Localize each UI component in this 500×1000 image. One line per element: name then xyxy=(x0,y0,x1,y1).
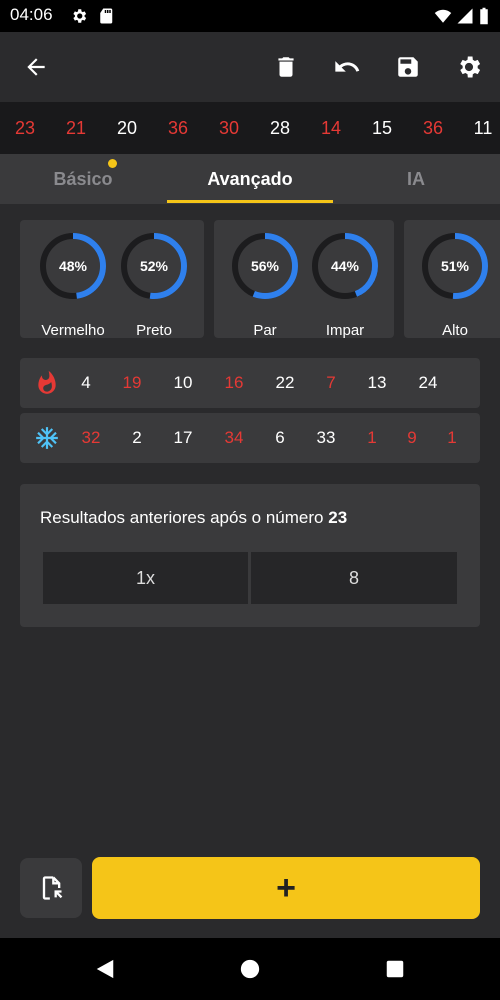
status-time: 04:06 xyxy=(10,5,53,24)
gauge-par: 56% xyxy=(232,233,298,299)
results-title-number: 23 xyxy=(328,508,348,527)
tab-bar: Básico Avançado IA xyxy=(0,154,500,204)
history-number: 21 xyxy=(65,118,87,138)
cold-number: 33 xyxy=(316,428,336,447)
signal-icon xyxy=(457,8,473,24)
hot-number: 4 xyxy=(81,373,91,392)
history-number: 15 xyxy=(371,118,393,138)
system-nav-bar xyxy=(0,938,500,1000)
app-toolbar xyxy=(0,32,500,102)
hot-number: 22 xyxy=(275,373,295,392)
arrow-left-icon xyxy=(27,58,45,76)
gauge-alto: 51% xyxy=(422,233,488,299)
add-number-button[interactable]: + xyxy=(92,857,480,919)
nav-recents-button[interactable] xyxy=(384,958,406,980)
fire-icon xyxy=(38,370,56,394)
gear-icon xyxy=(460,56,481,78)
hot-number: 7 xyxy=(326,373,336,392)
nav-home-button[interactable] xyxy=(239,958,261,980)
gauge-preto: 52% xyxy=(121,233,187,299)
stat-label: Par xyxy=(253,322,277,338)
tab-basico[interactable]: Básico xyxy=(0,154,166,204)
history-number: 28 xyxy=(269,118,291,138)
cold-number: 9 xyxy=(407,428,417,447)
gauge-percent: 44% xyxy=(331,258,360,274)
main-content: 48% Vermelho 52% Preto 56% Par 44% Impar… xyxy=(0,204,500,938)
undo-button[interactable] xyxy=(331,51,363,83)
tab-ia[interactable]: IA xyxy=(333,154,499,204)
history-number: 11 xyxy=(473,118,493,138)
snowflake-icon xyxy=(36,427,58,449)
stat-label: Preto xyxy=(136,322,172,338)
cold-numbers-row: 32 2 17 34 6 33 1 9 1 xyxy=(20,413,480,463)
delete-button[interactable] xyxy=(270,51,302,83)
parity-stats-card: 56% Par 44% Impar xyxy=(214,220,394,338)
previous-results-card: Resultados anteriores após o número 23 1… xyxy=(20,484,480,627)
cold-number: 34 xyxy=(224,428,244,447)
gauge-impar: 44% xyxy=(312,233,378,299)
battery-icon xyxy=(480,7,488,25)
gauge-percent: 56% xyxy=(251,258,280,274)
cold-number: 2 xyxy=(132,428,142,447)
save-icon xyxy=(398,57,418,77)
active-tab-indicator xyxy=(167,200,333,203)
history-strip[interactable]: 23 21 20 36 30 28 14 15 36 11 xyxy=(0,102,500,154)
settings-status-icon xyxy=(73,9,87,23)
notification-dot xyxy=(108,159,117,168)
nav-back-button[interactable] xyxy=(94,958,116,980)
color-stats-card: 48% Vermelho 52% Preto xyxy=(20,220,204,338)
history-number: 23 xyxy=(14,118,36,138)
status-bar: 04:06 xyxy=(0,0,500,32)
save-button[interactable] xyxy=(392,51,424,83)
history-number: 20 xyxy=(116,118,138,138)
gauge-percent: 48% xyxy=(59,258,88,274)
cold-number: 1 xyxy=(367,428,377,447)
wifi-icon xyxy=(434,9,452,23)
result-value-cell: 8 xyxy=(251,552,457,604)
stat-label: Impar xyxy=(325,322,365,338)
settings-button[interactable] xyxy=(453,51,485,83)
results-title-text: Resultados anteriores após o número xyxy=(40,508,324,527)
back-button[interactable] xyxy=(20,51,52,83)
export-document-button[interactable] xyxy=(20,858,82,918)
results-title: Resultados anteriores após o número 23 xyxy=(40,508,347,528)
trash-icon xyxy=(278,57,294,77)
hot-number: 19 xyxy=(122,373,142,392)
history-number: 36 xyxy=(167,118,189,138)
result-count-cell: 1x xyxy=(43,552,248,604)
gauge-percent: 52% xyxy=(140,258,169,274)
undo-icon xyxy=(335,61,360,72)
hot-numbers-row: 4 19 10 16 22 7 13 24 xyxy=(20,358,480,408)
hot-number: 24 xyxy=(418,373,438,392)
cold-number: 17 xyxy=(173,428,193,447)
hot-number: 16 xyxy=(224,373,244,392)
stat-label: Alto xyxy=(442,322,468,338)
gauge-vermelho: 48% xyxy=(40,233,106,299)
document-icon xyxy=(42,876,63,900)
sd-card-icon xyxy=(100,8,113,24)
hot-number: 10 xyxy=(173,373,193,392)
history-number: 14 xyxy=(320,118,342,138)
cold-number: 32 xyxy=(81,428,101,447)
cold-number: 1 xyxy=(447,428,457,447)
stat-label: Vermelho xyxy=(41,322,105,338)
tab-avancado[interactable]: Avançado xyxy=(167,154,333,204)
gauge-percent: 51% xyxy=(441,258,470,274)
history-number: 30 xyxy=(218,118,240,138)
hot-number: 13 xyxy=(367,373,387,392)
history-number: 36 xyxy=(422,118,444,138)
range-stats-card: 51% Alto xyxy=(404,220,500,338)
cold-number: 6 xyxy=(275,428,285,447)
